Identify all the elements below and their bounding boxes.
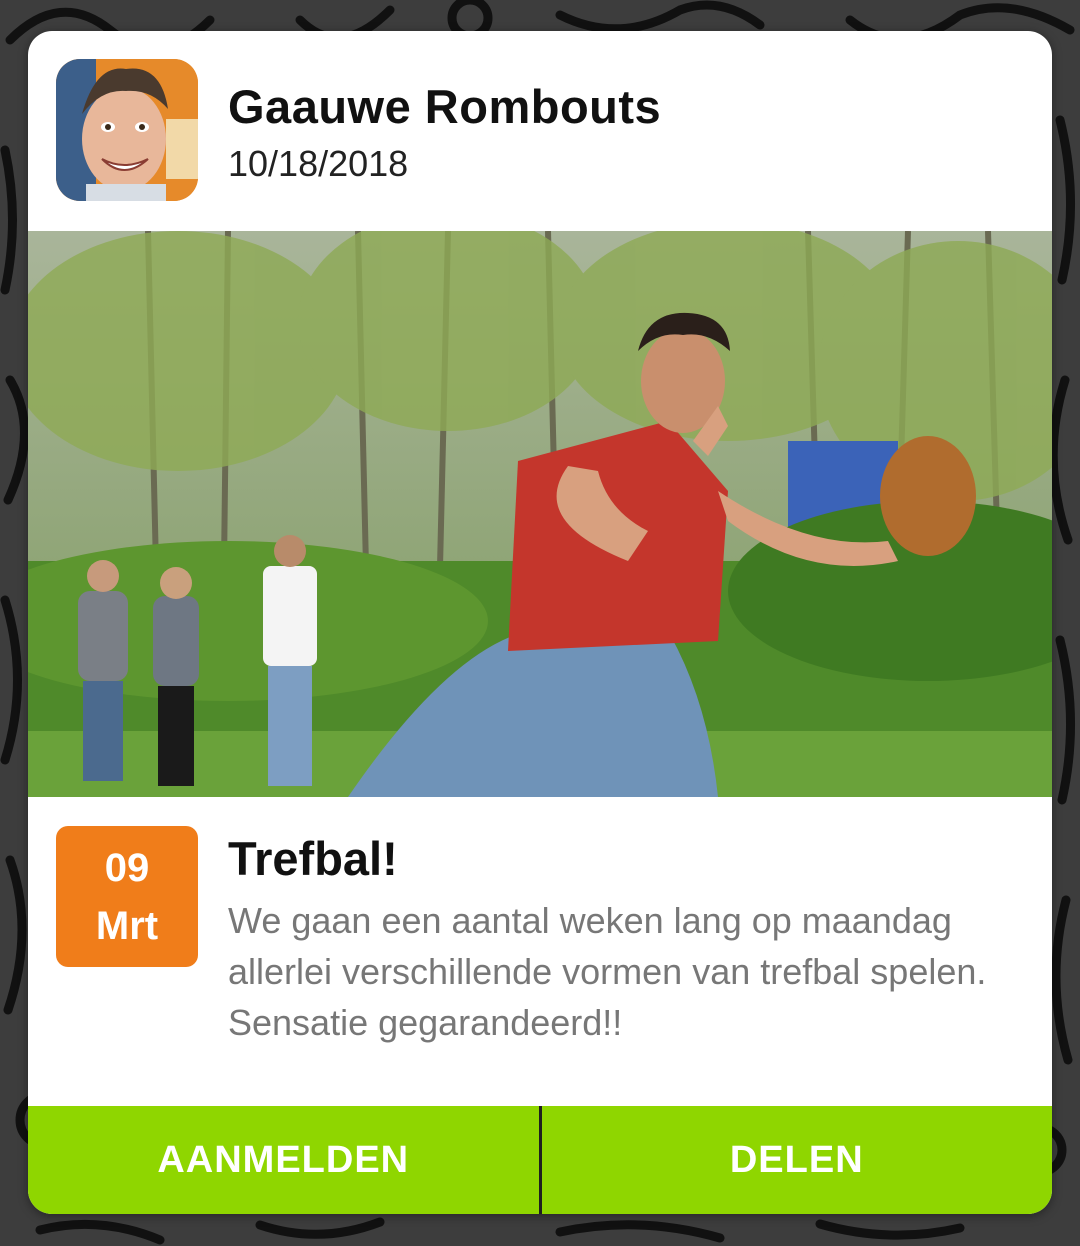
event-photo[interactable] [28,231,1052,797]
event-date-badge: 09 Mrt [56,826,198,967]
event-month: Mrt [95,904,159,948]
event-day: 09 [104,846,150,890]
event-card: Gaauwe Rombouts 10/18/2018 09 Mrt Trefba… [28,31,1052,1214]
event-title: Trefbal! [228,832,398,885]
action-bar: AANMELDEN DELEN [28,1106,1052,1214]
event-photo-image [28,231,1052,797]
author-avatar[interactable] [56,59,198,201]
share-button[interactable]: DELEN [542,1106,1053,1214]
event-description: We gaan een aantal weken lang op maandag… [228,900,987,1043]
post-header: Gaauwe Rombouts 10/18/2018 [28,31,1052,231]
author-name: Gaauwe Rombouts [228,80,662,133]
register-button[interactable]: AANMELDEN [28,1106,539,1214]
post-date: 10/18/2018 [228,143,409,184]
avatar-image [56,59,198,201]
